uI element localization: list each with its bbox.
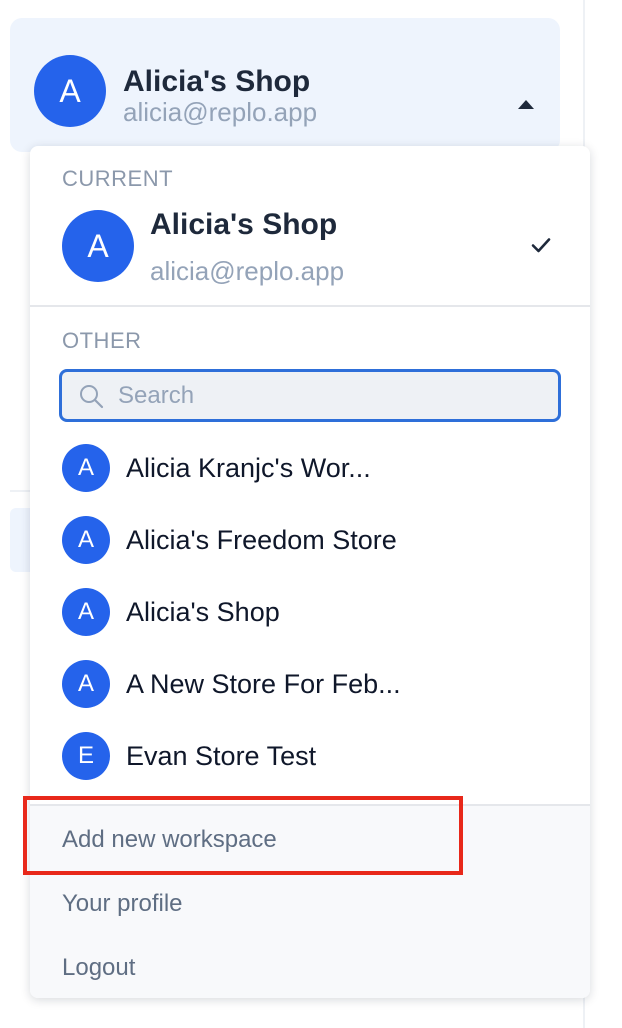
workspace-list-avatar: A (62, 516, 110, 564)
workspace-list-name: Evan Store Test (126, 741, 317, 771)
workspace-switcher[interactable]: A Alicia's Shop alicia@replo.app (10, 18, 560, 152)
workspace-search[interactable] (59, 369, 561, 422)
caret-up-icon[interactable] (518, 100, 534, 109)
workspace-list-item[interactable]: A Alicia's Freedom Store (30, 504, 590, 576)
highlight-annotation (23, 796, 463, 875)
workspace-list-item[interactable]: A Alicia's Shop (30, 576, 590, 648)
workspace-avatar: A (34, 55, 106, 127)
check-icon (531, 238, 551, 253)
logout-link[interactable]: Logout (62, 954, 135, 982)
current-workspace-name: Alicia's Shop (150, 208, 338, 241)
section-divider (30, 305, 590, 307)
workspace-email: alicia@replo.app (123, 97, 318, 127)
workspace-name: Alicia's Shop (123, 65, 311, 98)
workspace-list-avatar: A (62, 444, 110, 492)
workspace-list-item[interactable]: A Alicia Kranjc's Wor... (30, 432, 590, 504)
workspace-list-avatar: A (62, 588, 110, 636)
workspace-list-item[interactable]: E Evan Store Test (30, 720, 590, 792)
workspace-list-item[interactable]: A A New Store For Feb... (30, 648, 590, 720)
current-workspace-avatar: A (62, 210, 134, 282)
workspace-list-avatar: E (62, 732, 110, 780)
workspace-list-name: Alicia's Shop (126, 597, 280, 627)
your-profile-link[interactable]: Your profile (62, 890, 183, 918)
workspace-list-avatar: A (62, 660, 110, 708)
workspace-list-name: Alicia's Freedom Store (126, 525, 397, 555)
current-workspace-email: alicia@replo.app (150, 256, 345, 286)
current-section-label: CURRENT (62, 166, 174, 191)
workspace-list-name: A New Store For Feb... (126, 669, 401, 699)
workspace-list-name: Alicia Kranjc's Wor... (126, 453, 371, 483)
search-input[interactable] (118, 372, 548, 419)
search-icon (80, 385, 104, 409)
other-section-label: OTHER (62, 328, 142, 353)
